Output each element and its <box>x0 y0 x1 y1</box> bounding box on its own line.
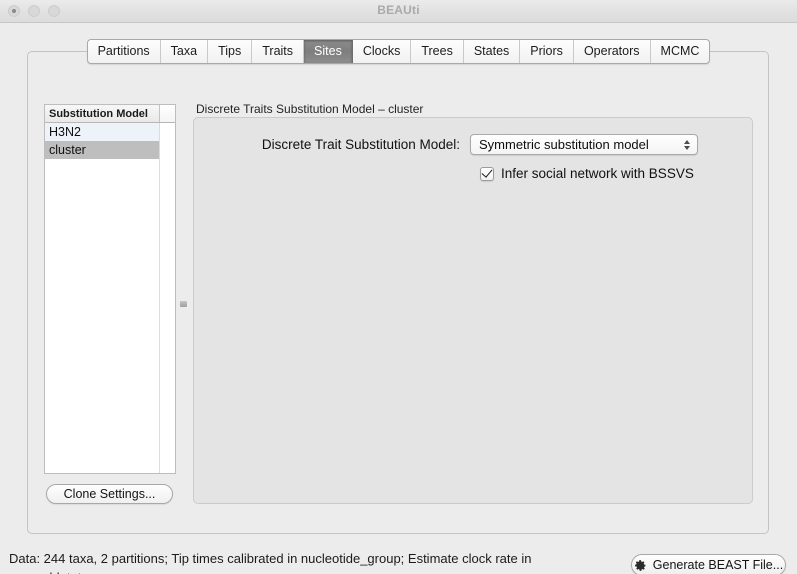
list-item[interactable]: cluster <box>45 141 159 159</box>
substitution-model-select[interactable]: Symmetric substitution model <box>470 134 698 155</box>
gear-icon <box>634 559 646 571</box>
tab-trees[interactable]: Trees <box>411 40 464 63</box>
chevron-up-icon <box>684 139 690 144</box>
tab-sites[interactable]: Sites <box>304 40 353 63</box>
check-icon <box>481 165 493 178</box>
split-pane-divider[interactable] <box>178 104 189 504</box>
generate-beast-file-label: Generate BEAST File... <box>652 558 784 572</box>
chevron-updown-icon[interactable] <box>677 135 697 154</box>
list-vertical-scrollbar[interactable] <box>160 123 175 473</box>
tab-tips[interactable]: Tips <box>208 40 253 63</box>
list-header: Substitution Model <box>45 105 175 123</box>
column-header-substitution-model[interactable]: Substitution Model <box>45 105 160 122</box>
list-body: H3N2 cluster <box>45 123 175 473</box>
chevron-down-icon <box>684 145 690 150</box>
bssvs-checkbox-label: Infer social network with BSSVS <box>501 166 694 181</box>
substitution-model-list[interactable]: Substitution Model H3N2 cluster <box>44 104 176 474</box>
tab-traits[interactable]: Traits <box>252 40 305 63</box>
tab-bar: Partitions Taxa Tips Traits Sites Clocks… <box>0 39 797 64</box>
substitution-model-settings-panel: Discrete Trait Substitution Model: Symme… <box>193 117 753 504</box>
tab-operators[interactable]: Operators <box>574 40 651 63</box>
tab-states[interactable]: States <box>464 40 521 63</box>
status-text: Data: 244 taxa, 2 partitions; Tip times … <box>9 551 532 574</box>
tab-clocks[interactable]: Clocks <box>353 40 412 63</box>
tab-mcmc[interactable]: MCMC <box>651 40 710 63</box>
window-title: BEAUti <box>377 3 420 17</box>
list-rows: H3N2 cluster <box>45 123 160 473</box>
substitution-model-row: Discrete Trait Substitution Model: Symme… <box>194 134 752 155</box>
generate-beast-file-button[interactable]: Generate BEAST File... <box>631 554 786 574</box>
list-header-spacer <box>160 105 175 122</box>
substitution-model-value: Symmetric substitution model <box>479 137 649 152</box>
bssvs-checkbox[interactable] <box>480 165 494 181</box>
substitution-model-label: Discrete Trait Substitution Model: <box>261 137 460 152</box>
window-content: Partitions Taxa Tips Traits Sites Clocks… <box>0 23 797 574</box>
beauti-window: BEAUti Partitions Taxa Tips Traits Sites… <box>0 0 797 574</box>
bssvs-checkbox-row: Infer social network with BSSVS <box>480 165 694 181</box>
tab-partitions[interactable]: Partitions <box>88 40 161 63</box>
title-bar: BEAUti <box>0 0 797 23</box>
tab-priors[interactable]: Priors <box>520 40 574 63</box>
section-title: Discrete Traits Substitution Model – clu… <box>196 102 424 116</box>
split-pane-grip[interactable] <box>180 301 187 307</box>
list-item[interactable]: H3N2 <box>45 123 159 141</box>
tab-taxa[interactable]: Taxa <box>161 40 209 63</box>
clone-settings-button[interactable]: Clone Settings... <box>46 484 173 504</box>
